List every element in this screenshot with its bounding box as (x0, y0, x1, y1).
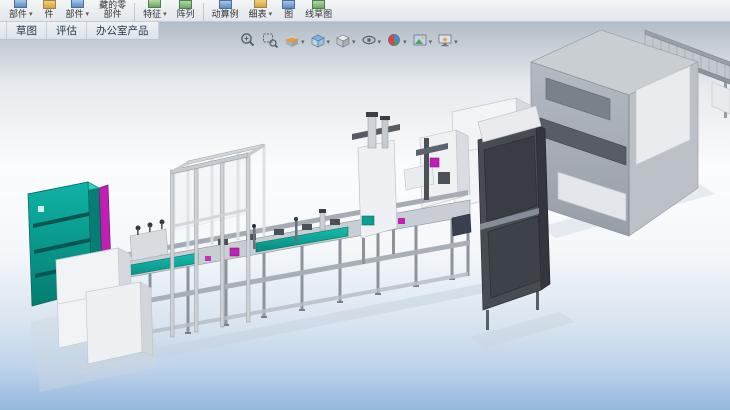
chevron-down-icon (403, 31, 407, 49)
chevron-down-icon (268, 9, 273, 19)
command-manager-toolbar: 部件 件 部件 藏的零 部件 特征 阵列 动算例 (0, 0, 730, 22)
toolbar-label: 部件 (9, 10, 27, 19)
zoom-area-button[interactable] (260, 30, 280, 50)
toolbar-label: 细表 (249, 10, 267, 19)
toolbar-button-features[interactable]: 特征 (138, 0, 172, 21)
zoom-to-fit-button[interactable] (238, 30, 258, 50)
view-settings-button[interactable] (435, 30, 459, 50)
chevron-down-icon (162, 9, 167, 19)
view-settings-icon (436, 31, 454, 49)
toolbar-label: 部件 (66, 10, 84, 19)
solidworks-window: 部件 件 部件 藏的零 部件 特征 阵列 动算例 (0, 0, 730, 410)
component-icon (71, 0, 84, 8)
toolbar-button-bom[interactable]: 细表 (244, 0, 278, 21)
part-icon (43, 0, 56, 9)
viewport-3d[interactable] (0, 22, 730, 410)
toolbar-button-components[interactable]: 部件 (4, 0, 38, 21)
toolbar-label: 特征 (143, 10, 161, 19)
pattern-icon (179, 0, 192, 9)
machine-right-enclosure[interactable] (531, 30, 698, 236)
chevron-down-icon (454, 31, 458, 49)
toolbar-label: 图 (284, 10, 293, 19)
toolbar-label: 部件 (104, 10, 122, 19)
toolbar-button-drawing[interactable]: 图 (277, 0, 300, 21)
tab-evaluate[interactable]: 评估 (47, 22, 87, 39)
scene-icon (411, 31, 429, 49)
toolbar-label: 阵列 (177, 10, 195, 19)
chevron-down-icon (352, 31, 356, 49)
toolbar-separator (134, 3, 135, 21)
zoom-area-icon (261, 31, 279, 49)
toolbar-label: 件 (45, 10, 54, 19)
chevron-down-icon (378, 31, 382, 49)
chevron-down-icon (85, 9, 90, 19)
toolbar-label: 动算例 (212, 10, 239, 19)
view-orientation-icon (309, 31, 327, 49)
bom-table-icon (254, 0, 267, 8)
chevron-down-icon (327, 31, 331, 49)
toolbar-button-line-sketch[interactable]: 线草图 (300, 0, 337, 21)
tab-sketch[interactable]: 草图 (6, 22, 47, 39)
toolbar-button-components-2[interactable]: 部件 (61, 0, 95, 21)
chevron-down-icon (429, 31, 433, 49)
view-orientation-button[interactable] (308, 30, 332, 50)
chevron-down-icon (28, 9, 33, 19)
section-view-icon (283, 31, 301, 49)
heads-up-view-toolbar (238, 30, 459, 50)
tab-office-products[interactable]: 办公室产品 (87, 22, 159, 39)
command-manager-tabs: 草图 评估 办公室产品 (0, 22, 160, 40)
motion-study-icon (219, 0, 232, 9)
sketch-icon (312, 0, 325, 9)
toolbar-separator (203, 3, 204, 21)
display-style-icon (334, 31, 352, 49)
eye-icon (360, 31, 378, 49)
edit-appearance-button[interactable] (384, 30, 408, 50)
component-icon (14, 0, 27, 8)
zoom-to-fit-icon (239, 31, 257, 49)
apply-scene-button[interactable] (410, 30, 434, 50)
appearance-ball-icon (385, 31, 403, 49)
toolbar-button-pattern[interactable]: 阵列 (172, 0, 200, 21)
drawing-icon (282, 0, 295, 9)
feature-icon (148, 0, 161, 8)
toolbar-button-motion-study[interactable]: 动算例 (207, 0, 244, 21)
display-style-button[interactable] (333, 30, 357, 50)
toolbar-label: 线草图 (305, 10, 332, 19)
chevron-down-icon (301, 31, 305, 49)
hide-show-items-button[interactable] (359, 30, 383, 50)
section-view-button[interactable] (282, 30, 306, 50)
toolbar-button-hidden-components[interactable]: 藏的零 部件 (94, 1, 131, 21)
toolbar-button-part[interactable]: 件 (38, 0, 61, 21)
